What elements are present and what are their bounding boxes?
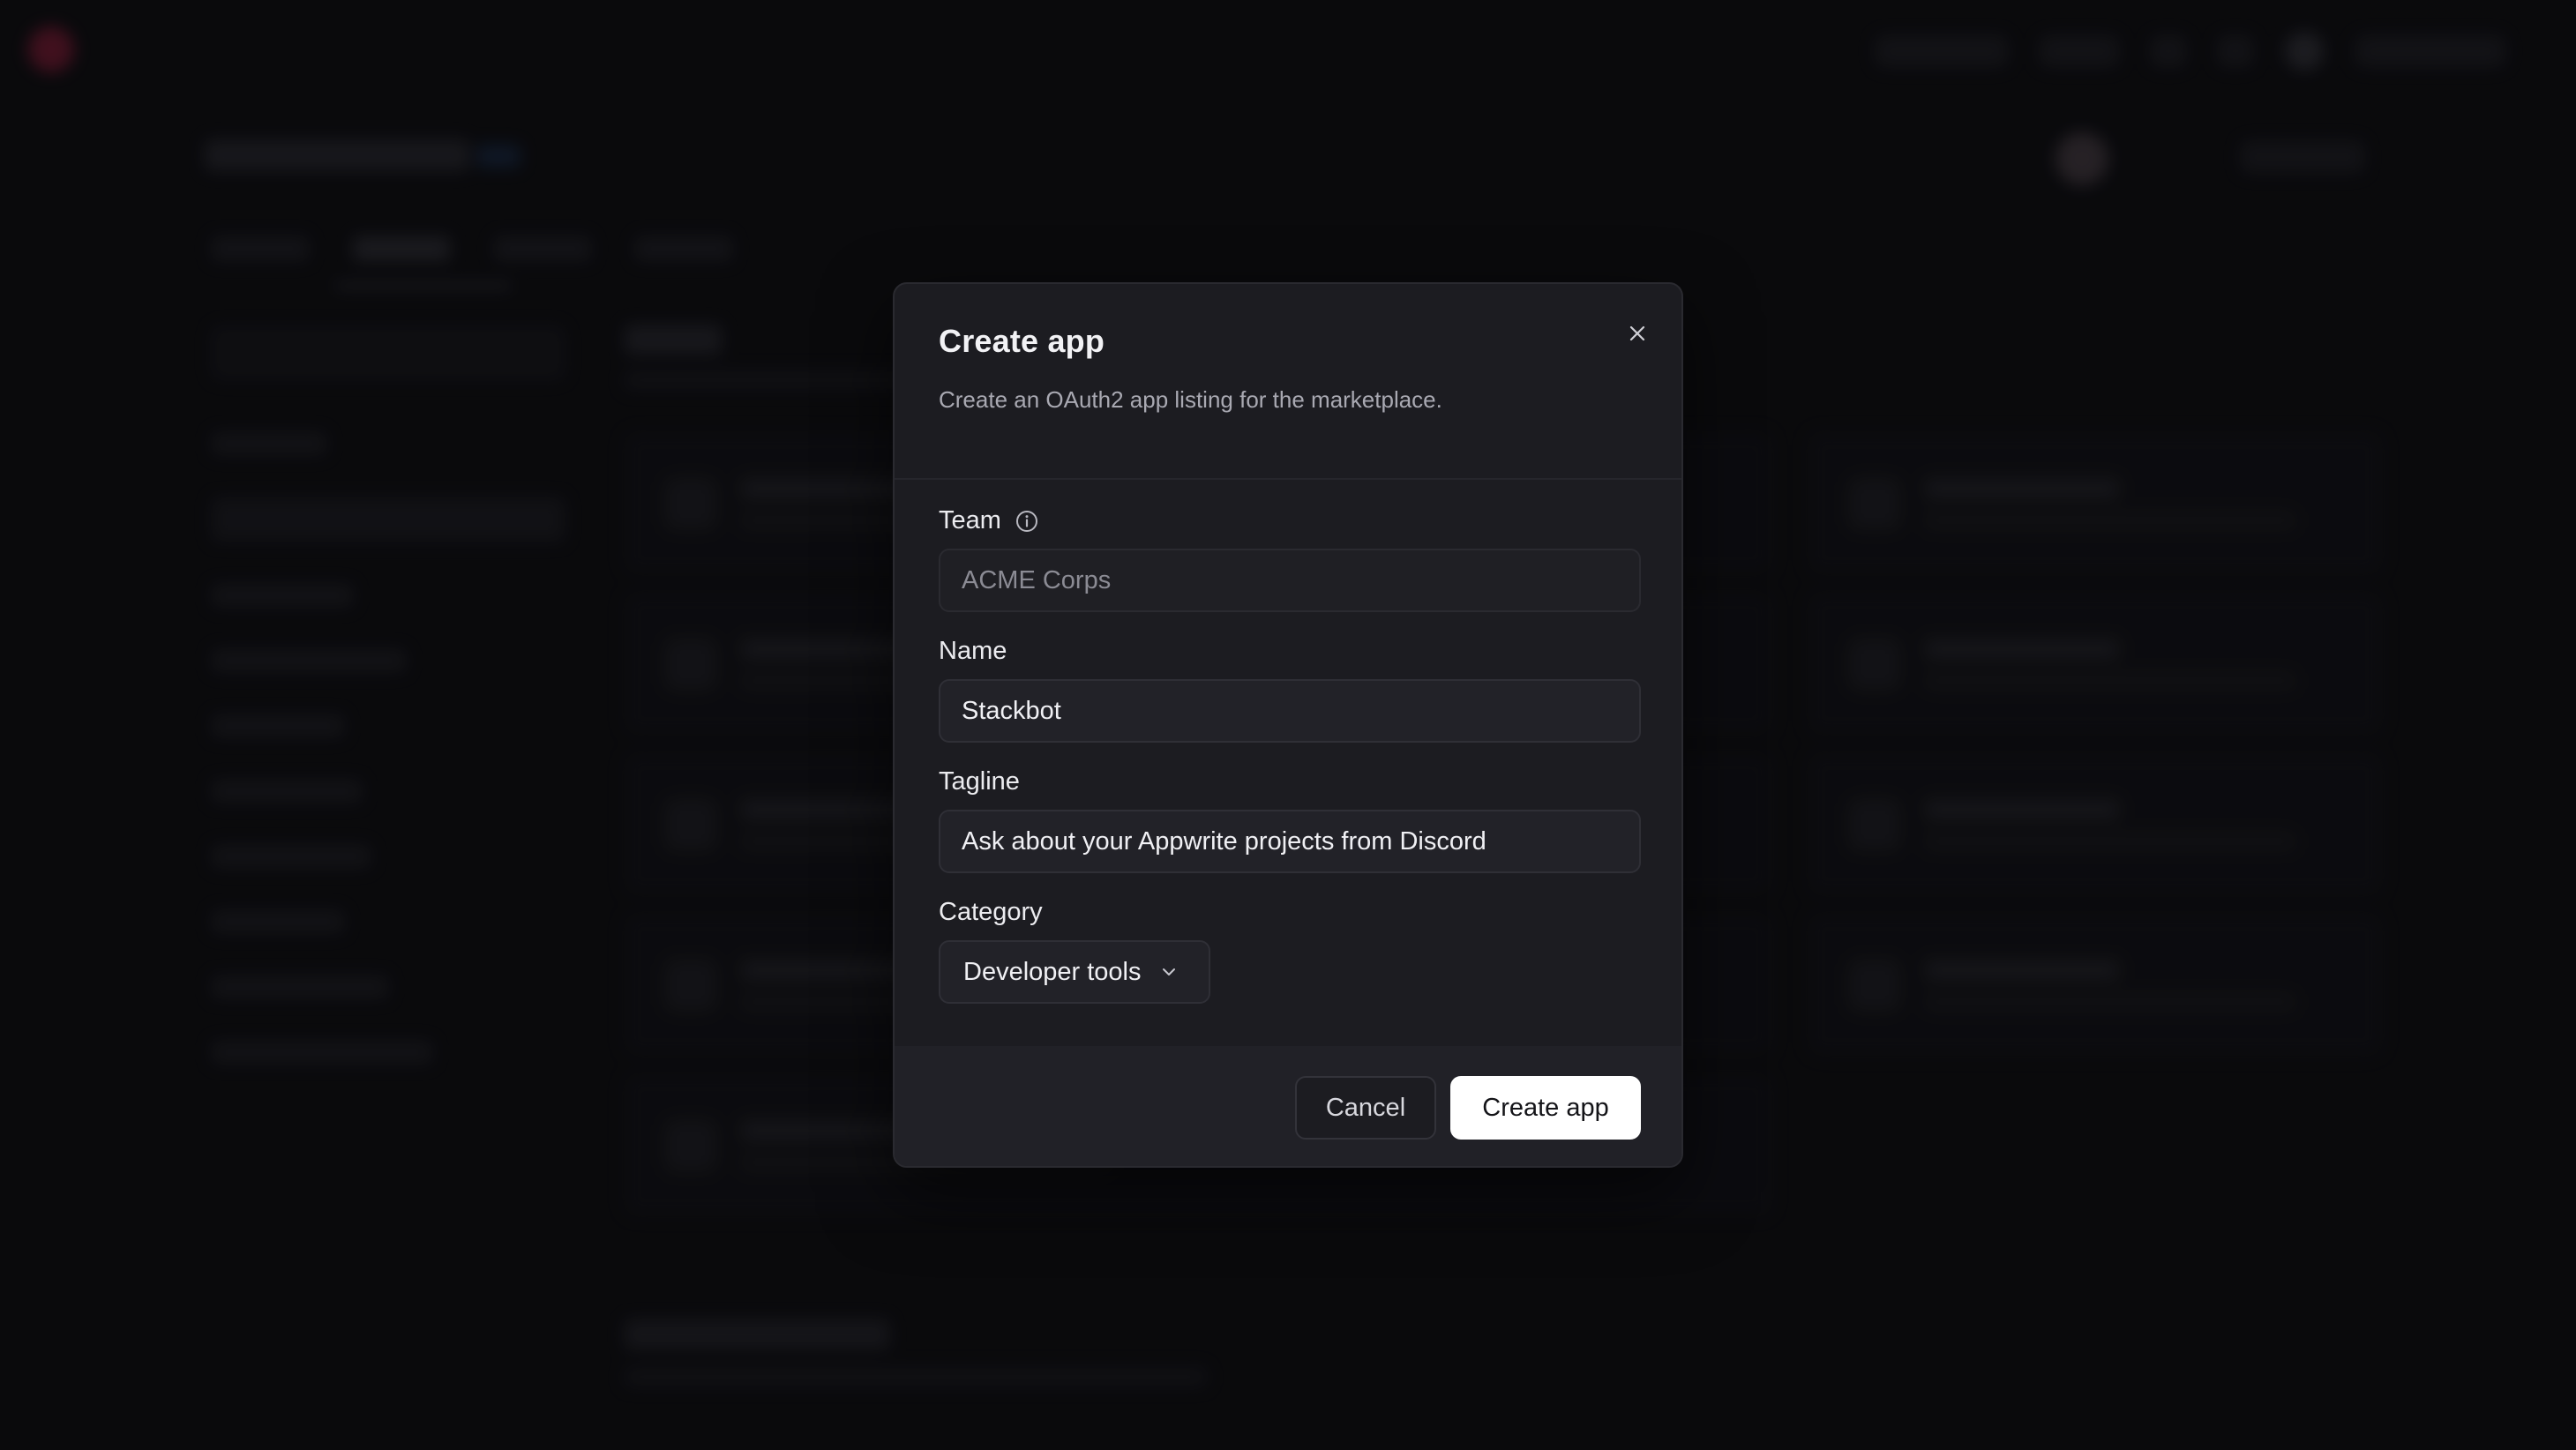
close-button[interactable] bbox=[1616, 312, 1659, 355]
modal-footer: Cancel Create app bbox=[895, 1046, 1681, 1166]
chevron-down-icon bbox=[1162, 968, 1175, 975]
team-label-text: Team bbox=[939, 506, 1001, 534]
category-select-value: Developer tools bbox=[963, 957, 1142, 986]
team-label: Team bbox=[939, 506, 1040, 535]
info-icon[interactable] bbox=[1014, 508, 1040, 534]
category-label: Category bbox=[939, 898, 1043, 926]
category-select[interactable]: Developer tools bbox=[939, 940, 1210, 1004]
name-label: Name bbox=[939, 637, 1007, 665]
team-field bbox=[939, 549, 1641, 612]
tagline-field[interactable] bbox=[939, 810, 1641, 873]
name-field[interactable] bbox=[939, 679, 1641, 743]
close-icon bbox=[1629, 325, 1645, 341]
modal-title: Create app bbox=[939, 323, 1105, 359]
modal-description: Create an OAuth2 app listing for the mar… bbox=[939, 386, 1442, 413]
create-app-modal: Create app Create an OAuth2 app listing … bbox=[893, 282, 1683, 1168]
modal-header: Create app Create an OAuth2 app listing … bbox=[895, 284, 1681, 480]
cancel-button[interactable]: Cancel bbox=[1295, 1076, 1436, 1140]
create-app-button[interactable]: Create app bbox=[1450, 1076, 1641, 1140]
tagline-label: Tagline bbox=[939, 767, 1020, 796]
